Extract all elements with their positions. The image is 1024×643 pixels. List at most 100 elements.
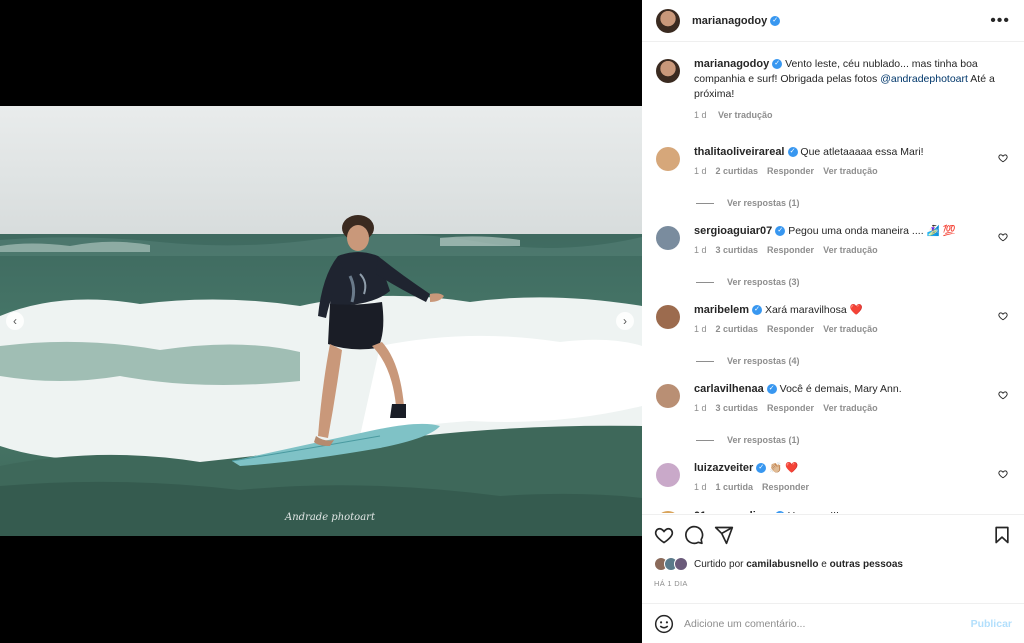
verified-badge-icon: ✓ [775,226,786,237]
liked-by-avatars[interactable] [654,557,688,571]
comment-text: Xará maravilhosa [764,304,847,316]
reply-button[interactable]: Responder [767,324,814,334]
add-comment-bar: Publicar [642,603,1024,643]
comments-list[interactable]: marianagodoy ✓ Vento leste, céu nublado..… [642,43,1024,513]
photo-watermark: Andrade photoart [285,512,375,523]
liked-by: Curtido por camilabusnello e outras pess… [654,557,1012,571]
liked-by-prefix: Curtido por [694,558,744,570]
verified-badge-icon: ✓ [787,147,798,158]
comment-username[interactable]: luizazveiter [694,462,753,474]
verified-badge-icon: ✓ [772,59,783,70]
comment-item: maribelem ✓ Xará maravilhosa ❤️ 1 d 2 curti… [656,303,1010,337]
caption-time: 1 d [694,110,707,120]
publish-button[interactable]: Publicar [971,618,1012,630]
comment-text: Pegou uma onda maneira .... 🏄🏻‍♀️ 💯 [788,225,956,237]
verified-badge-icon: ✓ [756,463,767,474]
translate-button[interactable]: Ver tradução [718,110,773,120]
view-replies-label: Ver respostas (1) [727,198,800,208]
post-timestamp[interactable]: HÁ 1 DIA [654,579,1012,588]
reply-button[interactable]: Responder [767,166,814,176]
post-actions: Curtido por camilabusnello e outras pess… [642,514,1024,588]
media-viewer: ‹ › Andrade photoart [0,0,642,643]
avatar[interactable] [656,463,680,487]
comment-time: 1 d [694,245,707,255]
comment-time: 1 d [694,403,707,413]
like-comment-icon[interactable] [998,390,1008,400]
red-heart-icon: ❤️ [849,304,863,316]
comment-time: 1 d [694,482,707,492]
previous-photo-button[interactable]: ‹ [6,312,24,330]
replies-divider [696,281,714,283]
like-comment-icon[interactable] [998,469,1008,479]
avatar[interactable] [656,8,680,33]
comment-text: Que atletaaaaa essa Mari! [800,146,924,158]
view-replies-button[interactable]: Ver respostas (4) [696,356,1010,366]
translate-button[interactable]: Ver tradução [823,403,878,413]
replies-divider [696,202,714,204]
avatar[interactable] [656,305,680,329]
avatar[interactable] [656,511,680,513]
comment-item: thalitaoliveirareal ✓ Que atletaaaaa essa… [656,145,1010,179]
heart-icon[interactable] [654,525,674,545]
avatar[interactable] [656,147,680,171]
comment-text: Você é demais, Mary Ann. [779,383,902,395]
view-replies-button[interactable]: Ver respostas (3) [696,277,1010,287]
comment-likes[interactable]: 1 curtida [716,482,754,492]
view-replies-label: Ver respostas (1) [727,435,800,445]
post-photo[interactable] [0,106,642,536]
share-icon[interactable] [714,525,734,545]
view-replies-button[interactable]: Ver respostas (1) [696,198,1010,208]
bookmark-icon[interactable] [992,525,1012,545]
emoji-icon[interactable] [654,614,674,634]
like-comment-icon[interactable] [998,232,1008,242]
chevron-right-icon: › [623,314,627,328]
comment-item: carlavilhenaa ✓ Você é demais, Mary Ann. 1… [656,382,1010,416]
more-options-icon[interactable]: ••• [990,12,1010,30]
like-comment-icon[interactable] [998,153,1008,163]
reply-button[interactable]: Responder [767,403,814,413]
translate-button[interactable]: Ver tradução [823,245,878,255]
avatar[interactable] [656,384,680,408]
comment-text: 👏🏼 ❤️ [769,462,799,474]
like-comment-icon[interactable] [998,311,1008,321]
reply-button[interactable]: Responder [762,482,809,492]
comment-item: 01vanessalima✓ Uaaaaau!!! [656,509,1010,513]
liked-by-user[interactable]: camilabusnello [746,559,818,570]
comment-username[interactable]: sergioaguiar07 [694,225,772,237]
reply-button[interactable]: Responder [767,245,814,255]
view-replies-button[interactable]: Ver respostas (1) [696,435,1010,445]
caption-username[interactable]: marianagodoy [694,58,769,70]
caption-mention[interactable]: @andradephotoart [880,73,968,85]
post-header: marianagodoy ✓ ••• [642,0,1024,42]
verified-badge-icon: ✓ [774,511,785,513]
post-caption: marianagodoy ✓ Vento leste, céu nublado..… [656,57,1010,123]
comment-username[interactable]: 01vanessalima [694,510,772,513]
comment-likes[interactable]: 2 curtidas [716,166,759,176]
comment-likes[interactable]: 2 curtidas [716,324,759,334]
liked-by-conj: e [821,558,827,570]
translate-button[interactable]: Ver tradução [823,166,878,176]
comment-username[interactable]: maribelem [694,304,749,316]
view-replies-label: Ver respostas (3) [727,277,800,287]
comment-time: 1 d [694,324,707,334]
comment-input[interactable] [684,617,971,630]
next-photo-button[interactable]: › [616,312,634,330]
replies-divider [696,439,714,441]
comment-likes[interactable]: 3 curtidas [716,245,759,255]
chevron-left-icon: ‹ [13,314,17,328]
translate-button[interactable]: Ver tradução [823,324,878,334]
comment-text: Uaaaaau!!! [788,510,839,513]
comment-icon[interactable] [684,525,704,545]
verified-badge-icon: ✓ [770,15,781,26]
liked-by-others[interactable]: outras pessoas [830,559,903,570]
comment-likes[interactable]: 3 curtidas [716,403,759,413]
verified-badge-icon: ✓ [766,384,777,395]
avatar[interactable] [656,226,680,250]
comment-username[interactable]: thalitaoliveirareal [694,146,785,158]
author-username[interactable]: marianagodoy [692,15,767,27]
comment-item: luizazveiter ✓ 👏🏼 ❤️ 1 d 1 curtida Responder [656,461,1010,495]
surf-photo [0,106,642,536]
comment-username[interactable]: carlavilhenaa [694,383,764,395]
comment-time: 1 d [694,166,707,176]
avatar[interactable] [656,59,680,83]
